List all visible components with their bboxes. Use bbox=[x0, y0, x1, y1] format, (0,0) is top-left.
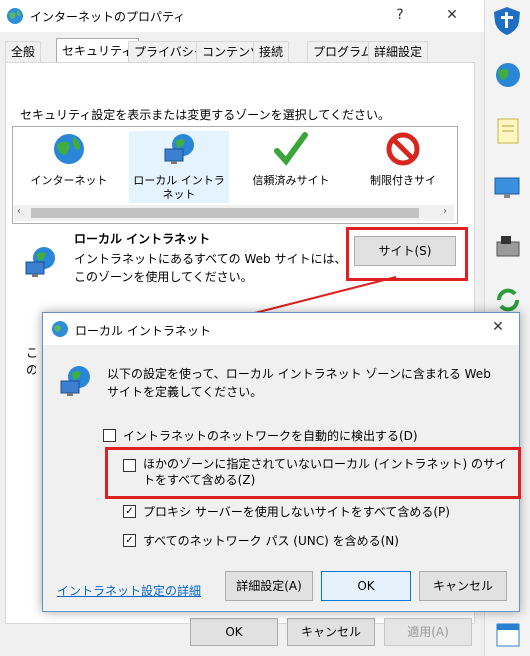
option-label: ほかのゾーンに指定されていないローカル (イントラネット) のサイトをすべて含め… bbox=[143, 457, 508, 487]
checkbox[interactable] bbox=[103, 429, 116, 442]
option-label: プロキシ サーバーを使用しないサイトをすべて含める(P) bbox=[143, 505, 450, 519]
calendar-icon[interactable] bbox=[495, 620, 523, 650]
checkbox-checked[interactable]: ✓ bbox=[123, 505, 136, 518]
checkbox[interactable] bbox=[123, 459, 136, 472]
option-label: イントラネットのネットワークを自動的に検出する(D) bbox=[123, 429, 418, 443]
dialog-close-button[interactable]: ✕ bbox=[483, 319, 513, 335]
option-label: すべてのネットワーク パス (UNC) を含める(N) bbox=[143, 534, 399, 548]
shield-icon[interactable] bbox=[493, 6, 521, 36]
local-intranet-icon bbox=[60, 366, 90, 396]
dialog-cancel-button[interactable]: キャンセル bbox=[419, 571, 507, 601]
dialog-title-bar[interactable]: ローカル イントラネット ✕ bbox=[43, 313, 519, 345]
notes-icon[interactable] bbox=[495, 118, 521, 144]
dialog-ok-button[interactable]: OK bbox=[321, 571, 411, 601]
advanced-button[interactable]: 詳細設定(A) bbox=[225, 571, 313, 601]
dialog-intro-text: 以下の設定を使って、ローカル イントラネット ゾーンに含まれる Web サイトを… bbox=[107, 367, 491, 399]
intranet-settings-link[interactable]: イントラネット設定の詳細 bbox=[57, 582, 201, 599]
sync-icon[interactable] bbox=[493, 286, 523, 314]
drive-icon[interactable] bbox=[493, 232, 523, 260]
checkbox-checked[interactable]: ✓ bbox=[123, 534, 136, 547]
local-intranet-dialog: ローカル イントラネット ✕ 以下の設定を使って、ローカル イントラネット ゾー… bbox=[42, 312, 521, 612]
monitor-icon[interactable] bbox=[493, 176, 523, 202]
dialog-title: ローカル イントラネット bbox=[75, 324, 211, 338]
ie-globe-icon bbox=[52, 321, 68, 337]
ie-globe-icon[interactable] bbox=[493, 60, 523, 90]
